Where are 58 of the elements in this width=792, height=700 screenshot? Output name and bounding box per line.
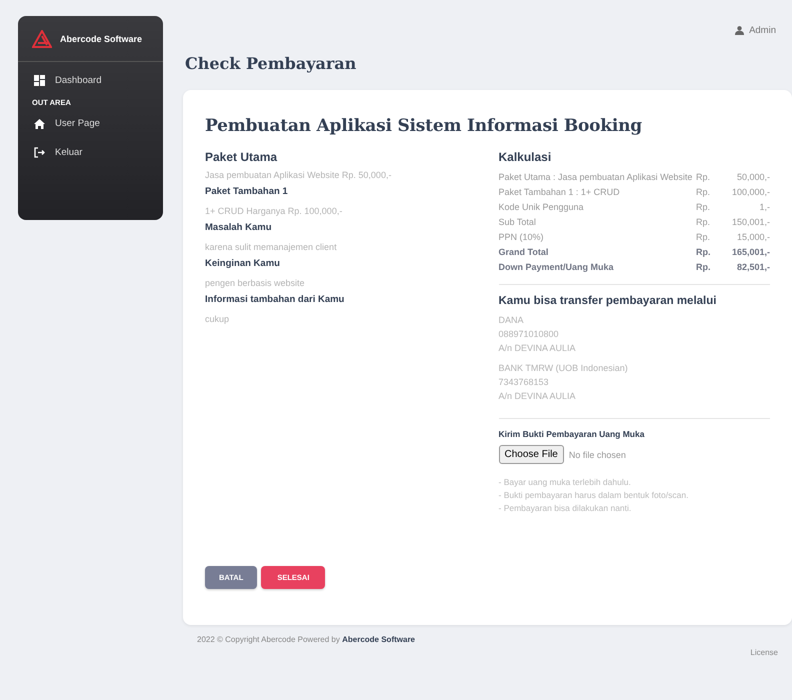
user-name[interactable]: Admin [749,24,776,36]
account-detail: A/n DEVINA AULIA [498,390,577,403]
nav-link[interactable]: Dashboard [18,66,163,95]
field-label: Kirim Bukti Pembayaran Uang Muka [498,429,646,439]
note-text: - Bayar uang muka terlebih dahulu. [498,476,632,489]
file-status: No file chosen [568,450,626,460]
section-heading: Kalkulasi [498,150,552,164]
field-label: Masalah Kamu [205,222,273,233]
currency-cell-text: Rp. [696,201,712,214]
currency-cell-text: Rp. [696,261,712,274]
currency-cell-text: Rp. [696,171,712,184]
note-text: - Pembayaran bisa dilakukan nanti. [498,502,632,515]
account-detail: A/n DEVINA AULIA [498,342,577,355]
row-label: Paket Utama : Jasa pembuatan Aplikasi Website [498,171,694,184]
field-value: 1+ CRUD Harganya Rp. 100,000,- [205,206,344,216]
field-value: cukup [205,314,230,324]
section-heading: Kamu bisa transfer pembayaran melalui [498,295,718,307]
row-label: Grand Total [498,246,550,259]
field-label: Informasi tambahan dari Kamu [205,294,346,305]
currency-cell-text: Rp. [696,246,712,259]
field-value: pengen berbasis website [205,278,306,288]
currency-cell-text: Rp. [696,216,712,229]
row-label: PPN (10%) [498,231,545,244]
amount-cell-text: 1,- [758,201,770,214]
account-detail: DANA [498,314,525,327]
currency-cell-text: Rp. [696,231,712,244]
amount-cell-text: 50,000,- [736,171,770,184]
row-label: Sub Total [498,216,537,229]
copyright-text: 2022 © Copyright Abercode Powered by Abercode Software [197,635,415,646]
home-icon [34,118,45,128]
dashboard-icon [34,75,45,86]
page-title: Check Pembayaran [185,54,358,75]
currency-cell-text: Rp. [696,186,712,199]
logo-icon [32,30,52,48]
account-detail: 7343768153 [498,376,550,389]
amount-cell-text: 150,001,- [730,216,770,229]
amount-cell-text: 100,000,- [730,186,770,199]
row-label: Kode Unik Pengguna [498,201,585,214]
account-detail: BANK TMRW (UOB Indonesian) [498,362,629,375]
logout-icon [34,147,45,158]
amount-cell-text: 165,001,- [730,246,770,259]
card-title: Pembuatan Aplikasi Sistem Informasi Booking [205,116,643,136]
field-value: karena sulit memanajemen client [205,242,338,252]
row-label: Down Payment/Uang Muka [498,261,615,274]
note-text: - Bukti pembayaran harus dalam bentuk foto/scan. [498,489,690,502]
amount-cell-text: 15,000,- [736,231,770,244]
nav-link[interactable]: Keluar [18,138,163,167]
row-label: Paket Tambahan 1 : 1+ CRUD [498,186,621,199]
field-label: Keinginan Kamu [205,258,281,269]
user-icon [735,26,744,34]
brand-name: Abercode Software [60,34,142,44]
field-label: Paket Tambahan 1 [205,186,289,197]
section-heading: Paket Utama [205,150,278,164]
account-detail: 088971010800 [498,328,560,341]
field-value: Jasa pembuatan Aplikasi Website Rp. 50,000,- [205,170,392,180]
amount-cell-text: 82,501,- [736,261,770,274]
nav-link[interactable]: User Page [18,109,163,138]
choose-file-button[interactable]: Choose File [498,445,564,464]
